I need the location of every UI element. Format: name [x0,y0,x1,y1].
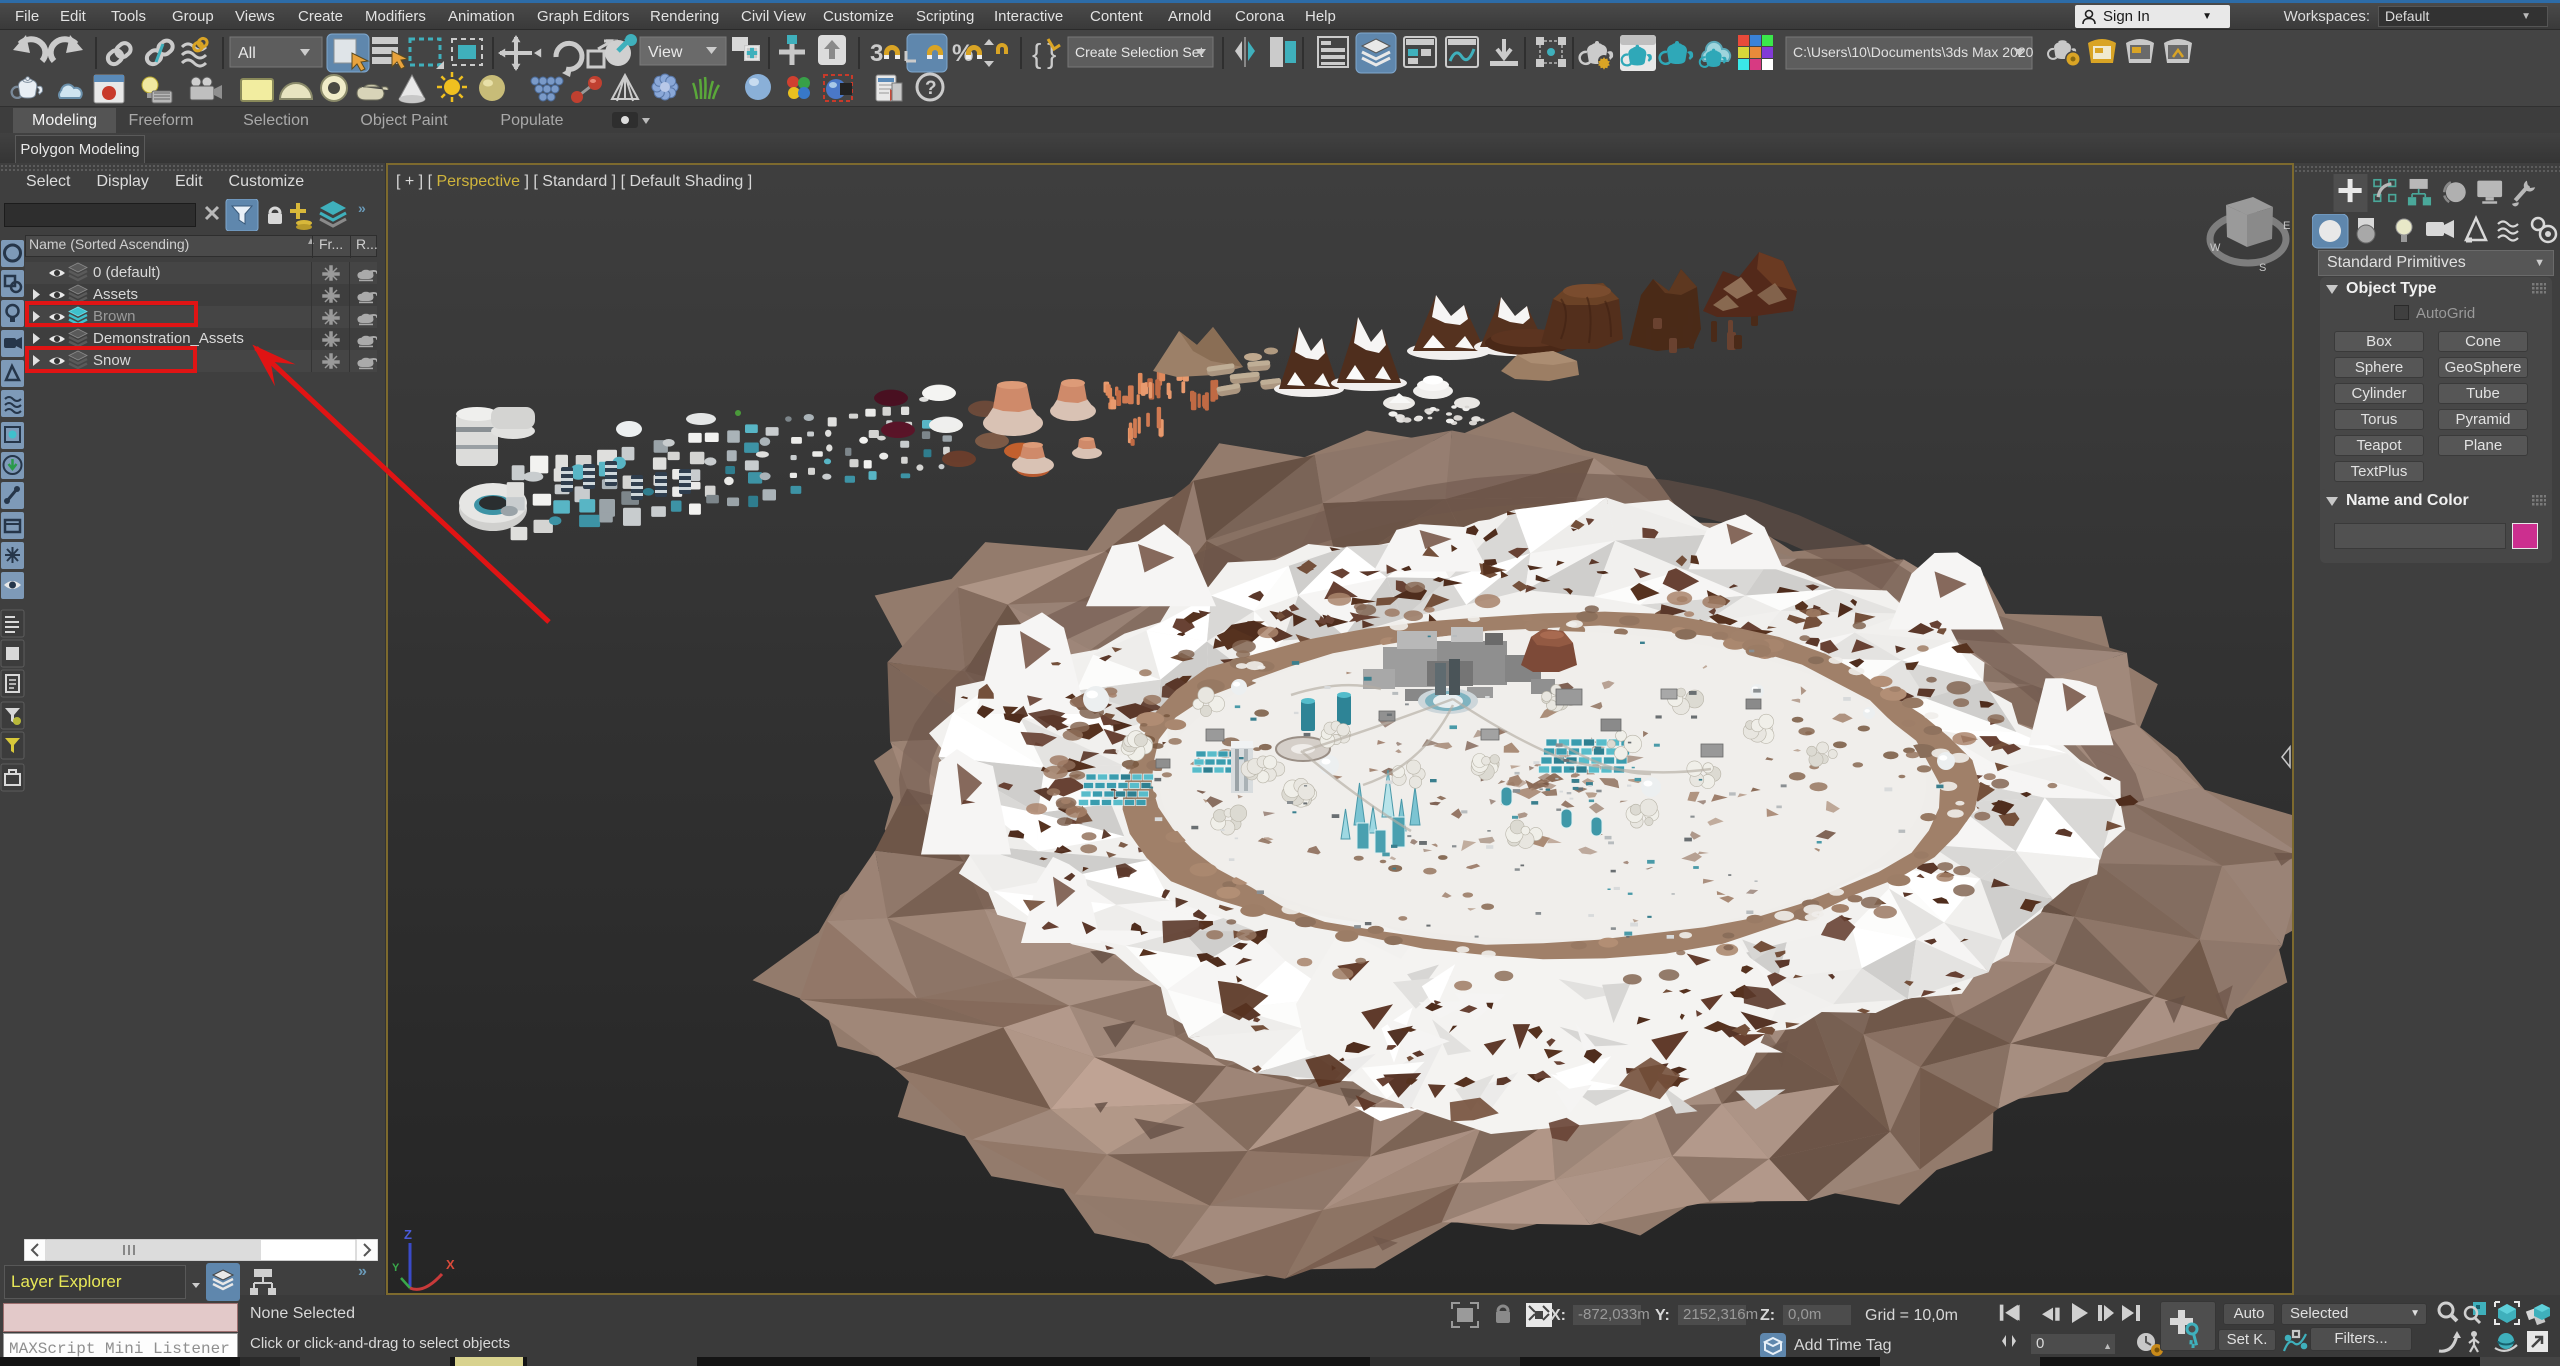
svg-text:W: W [2210,242,2221,254]
svg-text:S: S [2259,262,2266,274]
svg-text:All: All [238,45,256,62]
svg-text:View: View [648,44,683,61]
svg-text:3: 3 [870,40,883,67]
svg-text:Create Selection Set: Create Selection Set [1075,44,1204,60]
svg-text:X: X [446,1257,455,1272]
svg-text:»: » [358,200,366,216]
svg-text:Z: Z [404,1227,412,1242]
svg-text:C:\Users\10\Documents\3ds Max: C:\Users\10\Documents\3ds Max 2020 [1793,44,2034,60]
svg-text:?: ? [925,78,937,99]
svg-text:Y: Y [392,1262,400,1274]
svg-text:E: E [2283,220,2290,232]
svg-text:{ }: { } [1032,38,1056,69]
